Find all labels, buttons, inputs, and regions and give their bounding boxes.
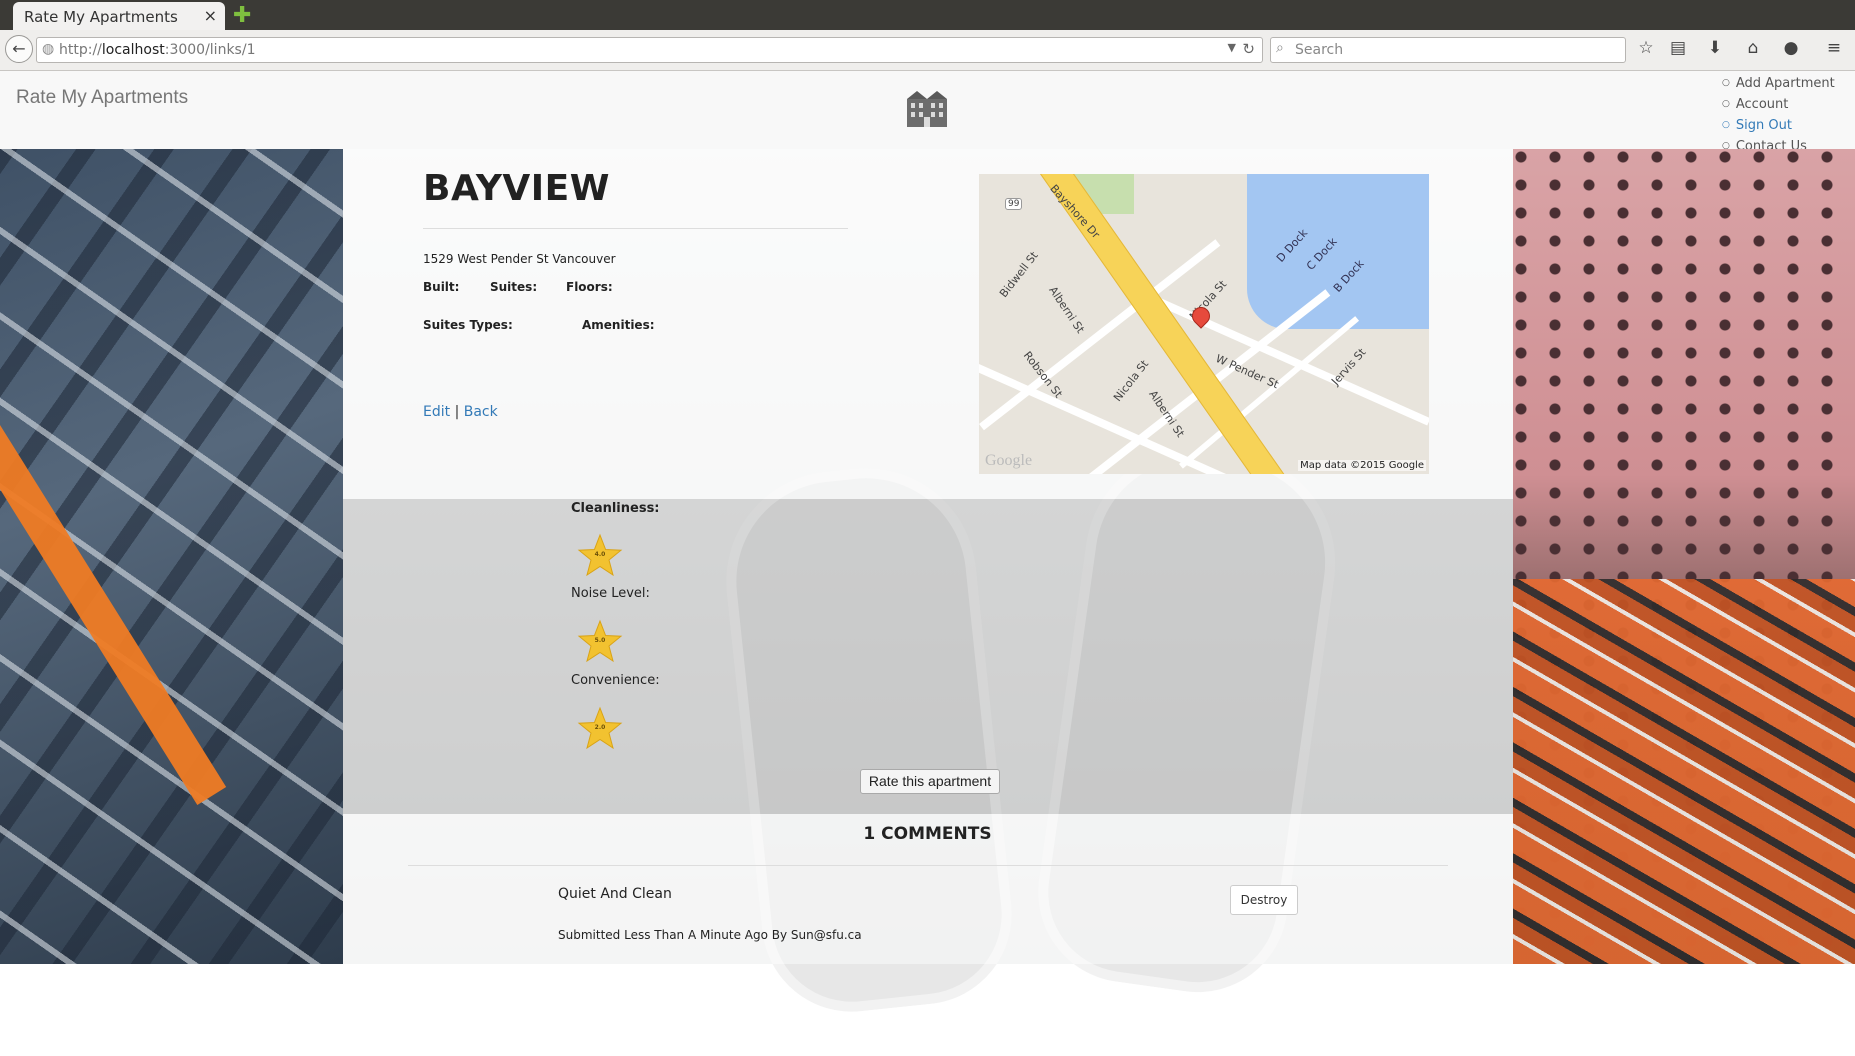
browser-tabbar: Rate My Apartments × ✚ — [0, 0, 1855, 30]
reading-list-icon[interactable]: ▤ — [1666, 38, 1690, 58]
location-map[interactable]: Bayshore Dr Bidwell St Alberni St Nicola… — [979, 174, 1429, 474]
site-header: Rate My Apartments Add Apartment Account… — [0, 71, 1855, 154]
home-icon[interactable]: ⌂ — [1741, 38, 1765, 58]
tab-title: Rate My Apartments — [24, 8, 178, 26]
link-separator: | — [454, 404, 460, 420]
back-link[interactable]: Back — [464, 404, 498, 420]
map-water — [1247, 174, 1429, 329]
brand-link[interactable]: Rate My Apartments — [16, 87, 188, 109]
bookmark-star-icon[interactable]: ☆ — [1634, 38, 1658, 58]
nav-add-apartment[interactable]: Add Apartment — [1722, 74, 1835, 95]
amenities-label: Amenities: — [582, 318, 655, 332]
url-text: http://localhost:3000/links/1 — [59, 42, 256, 58]
ratings-panel — [343, 499, 1513, 814]
star-rating-icon: 4.0 — [577, 533, 623, 579]
action-links: Edit | Back — [423, 404, 498, 420]
dropdown-icon[interactable]: ▼ — [1228, 41, 1236, 54]
suites-label: Suites: — [490, 280, 538, 294]
apartment-address: 1529 West Pender St Vancouver — [423, 252, 616, 266]
floors-label: Floors: — [566, 280, 613, 294]
comment-title: Quiet And Clean — [558, 886, 672, 902]
back-arrow-icon[interactable]: ← — [5, 35, 33, 63]
search-input[interactable]: ⌕ Search — [1270, 37, 1626, 63]
browser-tab[interactable]: Rate My Apartments × — [13, 2, 225, 30]
rate-apartment-button[interactable]: Rate this apartment — [860, 769, 1000, 794]
main-nav: Add Apartment Account Sign Out Contact U… — [1722, 74, 1835, 158]
nav-account[interactable]: Account — [1722, 95, 1835, 116]
comments-heading: 1 COMMENTS — [863, 824, 992, 844]
address-bar[interactable]: ◍ http://localhost:3000/links/1 ▼ ↻ — [36, 37, 1263, 63]
building-logo-icon — [907, 91, 947, 127]
star-rating-icon: 2.0 — [577, 706, 623, 752]
comments-divider — [408, 865, 1448, 866]
rating-value: 4.0 — [594, 551, 606, 558]
destroy-comment-button[interactable]: Destroy — [1230, 885, 1298, 915]
chat-icon[interactable]: ● — [1779, 38, 1803, 58]
rating-value: 5.0 — [594, 637, 606, 644]
download-icon[interactable]: ⬇ — [1703, 38, 1727, 58]
browser-navbar: ← ◍ http://localhost:3000/links/1 ▼ ↻ ⌕ … — [0, 30, 1855, 71]
map-street-label: Bidwell St — [997, 249, 1041, 301]
map-street-label: Nicola St — [1111, 357, 1152, 405]
rating-value: 2.0 — [594, 724, 606, 731]
built-label: Built: — [423, 280, 460, 294]
search-placeholder: Search — [1295, 42, 1344, 58]
apartment-name: BAYVIEW — [423, 168, 610, 209]
close-tab-icon[interactable]: × — [204, 6, 217, 25]
search-icon: ⌕ — [1276, 40, 1284, 56]
comment-meta: Submitted Less Than A Minute Ago By Sun@… — [558, 928, 862, 942]
edit-link[interactable]: Edit — [423, 404, 450, 420]
globe-icon: ◍ — [42, 41, 55, 57]
star-rating-icon: 5.0 — [577, 619, 623, 665]
rating-label-cleanliness: Cleanliness: — [571, 501, 660, 516]
reload-icon[interactable]: ↻ — [1242, 40, 1255, 58]
menu-icon[interactable]: ≡ — [1822, 38, 1846, 58]
map-street-label: Alberni St — [1046, 284, 1087, 336]
highway-shield: 99 — [1005, 198, 1023, 210]
rating-label-noise: Noise Level: — [571, 586, 650, 601]
title-divider — [423, 228, 848, 229]
nav-sign-out[interactable]: Sign Out — [1722, 116, 1835, 137]
rating-label-convenience: Convenience: — [571, 673, 660, 688]
map-attribution[interactable]: Map data ©2015 Google — [1298, 460, 1426, 471]
new-tab-icon[interactable]: ✚ — [233, 3, 251, 28]
google-logo: Google — [985, 452, 1033, 469]
suite-types-label: Suites Types: — [423, 318, 513, 332]
